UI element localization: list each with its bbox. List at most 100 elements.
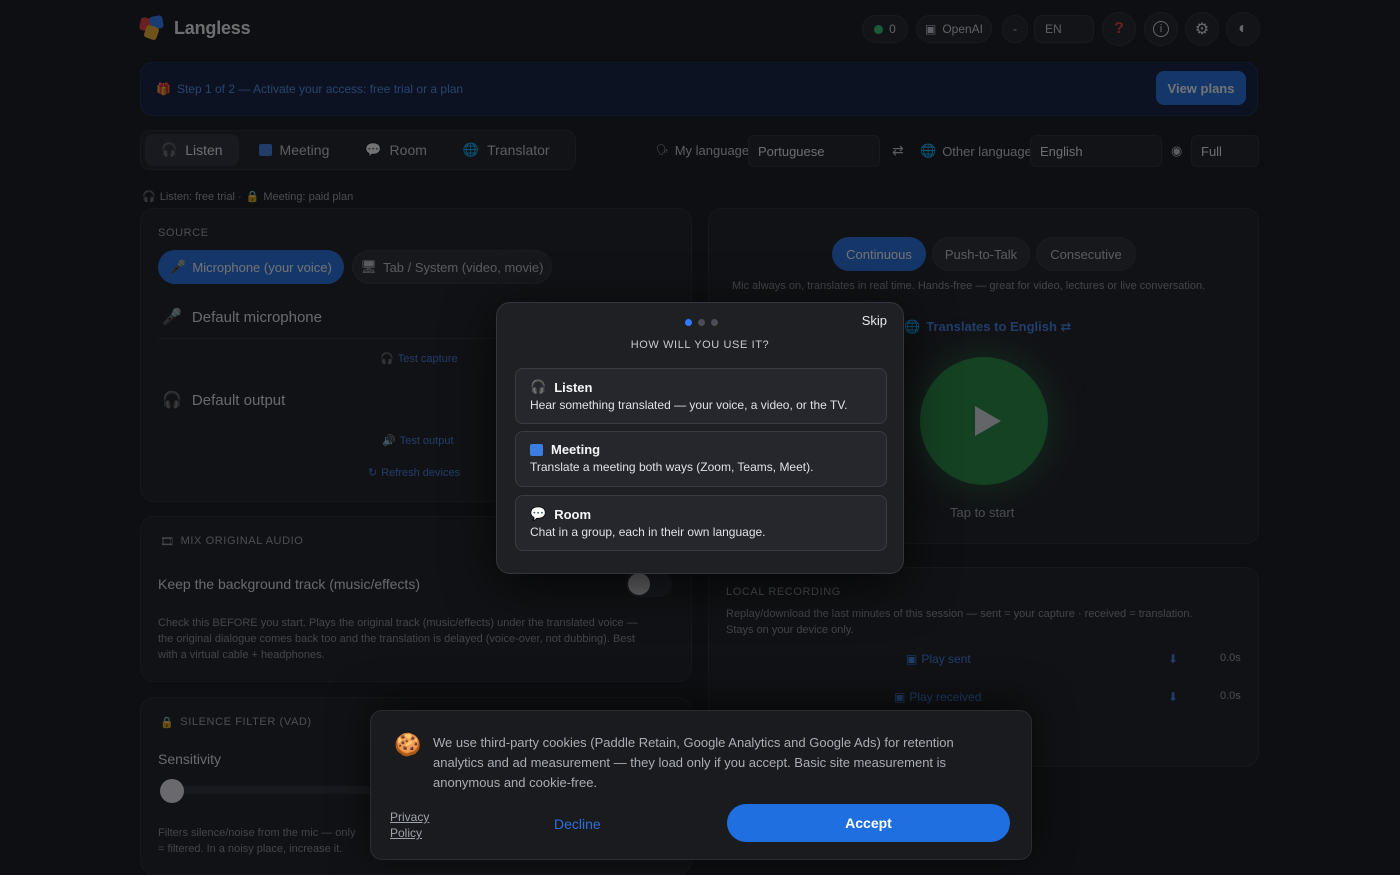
view-mode-select[interactable]: Full xyxy=(1191,135,1259,167)
ui-language-code: EN xyxy=(1045,22,1062,36)
recording-icon: ▣ xyxy=(894,690,906,704)
refresh-icon: ↻ xyxy=(368,467,378,479)
lock-icon: 🔒 xyxy=(245,191,260,203)
screen-icon: 🖥 xyxy=(360,259,378,274)
banner-message: 🎁 Step 1 of 2 — Activate your access: fr… xyxy=(156,82,464,96)
continuous-mode-button[interactable]: Continuous xyxy=(832,237,926,271)
page-dot xyxy=(685,319,692,326)
recording-heading: LOCAL RECORDING xyxy=(726,586,841,598)
translates-to-link[interactable]: 🌐 Translates to English ⇄ xyxy=(904,319,1071,335)
app-logo[interactable]: Langless xyxy=(138,14,251,41)
skip-button[interactable]: Skip xyxy=(862,313,887,328)
mix-label: Keep the background track (music/effects… xyxy=(158,576,420,592)
other-language-label: 🌐 Other language xyxy=(920,143,1032,159)
info-button[interactable]: i xyxy=(1144,12,1178,46)
tab-meeting[interactable]: Meeting xyxy=(243,134,346,166)
minus-pill[interactable]: - xyxy=(1002,15,1028,43)
mode-description: Mic always on, translates in real time. … xyxy=(732,280,1206,292)
play-sent-button[interactable]: ▣ Play sent xyxy=(906,652,971,666)
view-plans-button[interactable]: View plans xyxy=(1156,71,1246,105)
tab-system-source-chip[interactable]: 🖥 Tab / System (video, movie) xyxy=(352,250,552,284)
headphones-icon: 🎧 xyxy=(380,353,394,365)
mix-toggle[interactable] xyxy=(626,571,672,597)
toggle-knob xyxy=(628,573,650,595)
tab-room[interactable]: 💬 Room xyxy=(349,134,443,166)
page-dot xyxy=(711,319,718,326)
help-icon: ? xyxy=(1114,20,1124,37)
tab-translator[interactable]: 🌐 Translator xyxy=(447,134,566,166)
globe-icon: 🌐 xyxy=(920,143,937,158)
chat-bubble-icon: 💬 xyxy=(530,506,547,521)
other-language-select[interactable]: English xyxy=(1030,135,1162,167)
refresh-devices-link[interactable]: ↻ Refresh devices xyxy=(368,466,460,480)
sent-duration: 0.0s xyxy=(1220,652,1241,664)
microphone-source-chip[interactable]: 🎤 Microphone (your voice) xyxy=(158,250,344,284)
minus-label: - xyxy=(1013,22,1017,36)
microphone-icon: 🎤 xyxy=(170,259,187,274)
vad-description: Filters silence/noise from the mic — onl… xyxy=(158,827,356,855)
headphones-icon: 🎧 xyxy=(161,142,178,157)
globe-icon: 🌐 xyxy=(904,319,921,334)
source-heading: SOURCE xyxy=(158,227,209,239)
app-background: Langless 0 ▣ OpenAI - EN ? i ⚙ ◐ 🎁 Step … xyxy=(0,0,1400,875)
access-info: 🎧 Listen: free trial · 🔒 Meeting: paid p… xyxy=(142,190,354,204)
settings-button[interactable]: ⚙ xyxy=(1185,12,1219,46)
chat-bubble-icon: 💬 xyxy=(365,142,382,157)
speaker-icon: 🔊 xyxy=(382,435,396,447)
sensitivity-slider-thumb[interactable] xyxy=(160,779,184,803)
my-language-select[interactable]: Portuguese xyxy=(748,135,880,167)
accept-button[interactable]: Accept xyxy=(727,804,1010,842)
provider-label: OpenAI xyxy=(942,22,984,36)
globe-icon: 🌐 xyxy=(462,142,480,157)
eye-icon: ◉ xyxy=(1171,143,1183,158)
received-duration: 0.0s xyxy=(1220,690,1241,702)
logo-icon xyxy=(138,14,166,41)
test-output-link[interactable]: 🔊 Test output xyxy=(382,434,454,448)
start-translation-button[interactable] xyxy=(920,357,1048,485)
status-dot-icon xyxy=(874,24,884,34)
tab-listen[interactable]: 🎧 Listen xyxy=(145,134,239,166)
status-count: 0 xyxy=(889,22,896,36)
download-received-icon[interactable]: ⬇ xyxy=(1168,690,1178,704)
recording-icon: ▣ xyxy=(906,652,918,666)
default-output-row[interactable]: 🎧 Default output xyxy=(162,390,285,410)
info-icon: i xyxy=(1153,21,1169,37)
consecutive-mode-button[interactable]: Consecutive xyxy=(1036,237,1136,271)
onboarding-modal: Skip HOW WILL YOU USE IT? 🎧 Listen Hear s… xyxy=(496,302,904,574)
robot-icon: ▣ xyxy=(924,22,937,36)
mode-tabs: 🎧 Listen Meeting 💬 Room 🌐 Translator xyxy=(140,130,576,170)
push-to-talk-mode-button[interactable]: Push-to-Talk xyxy=(932,237,1030,271)
meeting-icon xyxy=(530,443,543,456)
gear-icon: ⚙ xyxy=(1194,21,1210,38)
option-meeting[interactable]: Meeting Translate a meeting both ways (Z… xyxy=(515,431,887,487)
pagination-dots xyxy=(685,319,718,326)
contrast-icon: ◐ xyxy=(1238,20,1248,37)
test-capture-link[interactable]: 🎧 Test capture xyxy=(380,352,458,366)
headphones-icon: 🎧 xyxy=(142,191,156,203)
ui-language-select[interactable]: EN xyxy=(1034,15,1094,43)
theme-toggle-button[interactable]: ◐ xyxy=(1226,12,1260,46)
lock-icon: 🔒 xyxy=(160,717,175,729)
option-listen[interactable]: 🎧 Listen Hear something translated — your… xyxy=(515,368,887,424)
recording-description: Replay/download the last minutes of this… xyxy=(726,608,1193,636)
swap-languages-button[interactable]: ⇄ xyxy=(892,142,904,159)
cookie-text: We use third-party cookies (Paddle Retai… xyxy=(433,735,954,790)
modal-title: HOW WILL YOU USE IT? xyxy=(630,339,770,351)
headphones-icon: 🎧 xyxy=(162,392,182,409)
page-dot xyxy=(698,319,705,326)
decline-button[interactable]: Decline xyxy=(554,816,601,832)
vad-heading: 🔒 SILENCE FILTER (VAD) xyxy=(160,716,312,729)
microphone-icon: 🎤 xyxy=(162,309,182,326)
speech-icon: 🗣 xyxy=(656,145,669,156)
option-room[interactable]: 💬 Room Chat in a group, each in their own… xyxy=(515,495,887,551)
play-received-button[interactable]: ▣ Play received xyxy=(894,690,981,704)
privacy-policy-link[interactable]: Privacy Policy xyxy=(390,809,429,841)
status-pill[interactable]: 0 xyxy=(862,15,908,43)
mix-heading: 🎞 MIX ORIGINAL AUDIO xyxy=(160,535,304,548)
app-name: Langless xyxy=(174,17,251,38)
sensitivity-label: Sensitivity xyxy=(158,751,222,767)
help-button[interactable]: ? xyxy=(1102,12,1136,46)
provider-pill[interactable]: ▣ OpenAI xyxy=(916,15,992,43)
default-microphone-row[interactable]: 🎤 Default microphone xyxy=(162,307,322,327)
download-sent-icon[interactable]: ⬇ xyxy=(1168,652,1178,666)
